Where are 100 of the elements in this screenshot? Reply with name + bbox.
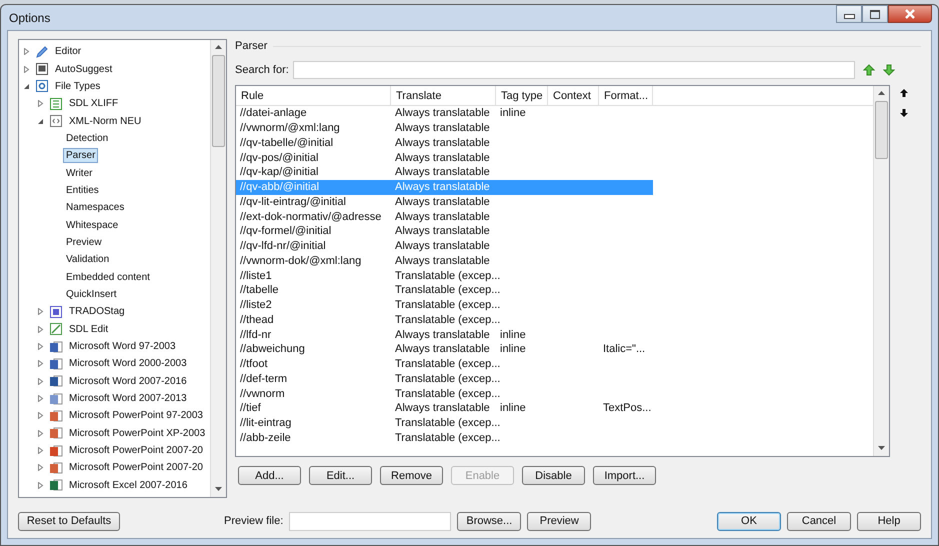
- tree-item[interactable]: Microsoft PowerPoint 2007-20: [66, 460, 206, 476]
- minimize-button[interactable]: [836, 5, 862, 23]
- action-button[interactable]: Edit...: [309, 466, 372, 485]
- expander-icon[interactable]: [37, 118, 44, 125]
- scroll-up-icon[interactable]: [878, 91, 885, 95]
- search-field[interactable]: [293, 61, 855, 79]
- tree-item[interactable]: Microsoft PowerPoint 97-2003: [66, 408, 206, 424]
- tree-item[interactable]: Validation: [63, 252, 112, 268]
- tree-item[interactable]: Microsoft Word 2000-2003: [66, 356, 190, 372]
- scroll-up-icon[interactable]: [215, 45, 222, 49]
- expander-icon[interactable]: [37, 464, 44, 472]
- table-row[interactable]: //lit-eintrag Translatable (excep...: [236, 416, 653, 430]
- tree-item[interactable]: Detection: [63, 130, 112, 146]
- tree-item[interactable]: Namespaces: [63, 200, 128, 216]
- scroll-thumb[interactable]: [212, 55, 225, 147]
- table-row[interactable]: //ext-dok-normativ/@adresse Always translatable: [236, 209, 653, 224]
- action-button[interactable]: Disable: [522, 466, 585, 485]
- expander-icon[interactable]: [37, 430, 44, 437]
- tree-item[interactable]: SDL Edit: [66, 322, 112, 337]
- table-row[interactable]: //def-term Translatable (excep...: [236, 372, 653, 386]
- expander-icon[interactable]: [37, 395, 44, 402]
- tree-item[interactable]: SDL XLIFF: [66, 96, 122, 112]
- expander-icon[interactable]: [37, 378, 44, 385]
- table-row[interactable]: //vwnorm Translatable (excep...: [236, 386, 653, 401]
- dialog-button[interactable]: Cancel: [787, 512, 851, 530]
- action-button[interactable]: Import...: [593, 466, 656, 485]
- tree-item[interactable]: Parser: [63, 148, 98, 164]
- expander-icon[interactable]: [37, 482, 44, 489]
- tree-item[interactable]: Microsoft Excel 2007-2016: [66, 478, 190, 493]
- dialog-button[interactable]: Help: [857, 512, 921, 530]
- tree-scrollbar[interactable]: [210, 40, 226, 497]
- tree-item[interactable]: TRADOStag: [66, 304, 128, 320]
- tree-item[interactable]: Whitespace: [63, 218, 122, 233]
- arrow-up-icon[interactable]: [863, 64, 875, 76]
- expander-icon[interactable]: [37, 100, 44, 108]
- expander-icon[interactable]: [23, 48, 30, 56]
- table-row[interactable]: //vwnorm-dok/@xml:lang Always translatable: [236, 254, 653, 268]
- expander-icon[interactable]: [37, 343, 44, 350]
- rule-cell-text: //qv-pos/@initial: [239, 152, 320, 164]
- expander-icon[interactable]: [23, 82, 30, 90]
- expander-icon[interactable]: [37, 360, 44, 368]
- tree-item[interactable]: Entities: [63, 182, 102, 198]
- table-row[interactable]: //datei-anlage Always translatable inline: [236, 106, 653, 121]
- action-button[interactable]: Remove: [380, 466, 443, 485]
- table-row[interactable]: //tfoot Translatable (excep...: [236, 356, 653, 372]
- action-button[interactable]: Add...: [238, 466, 301, 485]
- tree-item[interactable]: Microsoft Word 2007-2016: [66, 374, 190, 389]
- table-row[interactable]: //qv-tabelle/@initial Always translatable: [236, 136, 653, 150]
- tree-item[interactable]: Editor: [52, 44, 84, 60]
- expander-icon[interactable]: [37, 326, 44, 333]
- browse-button[interactable]: Browse...: [457, 512, 522, 530]
- tree-item[interactable]: Microsoft PowerPoint 2007-20: [66, 443, 206, 458]
- expander-icon[interactable]: [37, 412, 44, 420]
- maximize-button[interactable]: [862, 5, 888, 23]
- table-row[interactable]: //qv-pos/@initial Always translatable: [236, 150, 653, 165]
- table-row[interactable]: //liste2 Translatable (excep...: [236, 298, 653, 312]
- expander-icon[interactable]: [23, 66, 30, 73]
- tree-item[interactable]: Preview: [63, 234, 105, 250]
- table-row[interactable]: //qv-lfd-nr/@initial Always translatable: [236, 238, 653, 254]
- column-header[interactable]: Format...: [599, 86, 653, 105]
- tree-item[interactable]: Microsoft PowerPoint XP-2003: [66, 426, 208, 441]
- table-row[interactable]: //abweichung Always translatable inline Italic="...: [236, 342, 653, 357]
- table-row[interactable]: //tief Always translatable inline TextPos...: [236, 401, 653, 416]
- tree-item[interactable]: QuickInsert: [63, 286, 120, 302]
- tree-item[interactable]: Microsoft Word 2007-2013: [66, 391, 190, 406]
- tree-item[interactable]: File Types: [52, 78, 104, 94]
- preview-file-field[interactable]: [289, 512, 452, 530]
- table-row[interactable]: //thead Translatable (excep...: [236, 312, 653, 328]
- column-header[interactable]: Context: [548, 86, 599, 105]
- close-button[interactable]: [888, 5, 932, 23]
- column-header[interactable]: Tag type: [496, 86, 548, 105]
- column-header[interactable]: Translate: [391, 86, 496, 105]
- tree-item[interactable]: Microsoft Word 97-2003: [66, 339, 179, 354]
- expander-icon[interactable]: [37, 308, 44, 316]
- tree-item[interactable]: Embedded content: [63, 270, 153, 285]
- table-row[interactable]: //tabelle Translatable (excep...: [236, 283, 653, 298]
- table-row[interactable]: //qv-formel/@initial Always translatable: [236, 224, 653, 239]
- move-down-icon[interactable]: [899, 108, 909, 118]
- table-row[interactable]: //vwnorm/@xml:lang Always translatable: [236, 120, 653, 136]
- table-row[interactable]: //qv-kap/@initial Always translatable: [236, 165, 653, 180]
- table-row[interactable]: //qv-lit-eintrag/@initial Always translatable: [236, 194, 653, 210]
- arrow-down-icon[interactable]: [883, 64, 895, 76]
- dialog-button[interactable]: OK: [717, 512, 781, 530]
- table-row[interactable]: //abb-zeile Translatable (excep...: [236, 430, 653, 446]
- table-scrollbar[interactable]: [873, 86, 889, 456]
- scroll-down-icon[interactable]: [215, 487, 222, 491]
- scroll-down-icon[interactable]: [878, 446, 885, 450]
- move-up-icon[interactable]: [899, 88, 909, 98]
- tree-item[interactable]: XML-Norm NEU: [66, 114, 144, 129]
- table-row[interactable]: //lfd-nr Always translatable inline: [236, 327, 653, 342]
- table-row[interactable]: //liste1 Translatable (excep...: [236, 268, 653, 283]
- preview-button[interactable]: Preview: [527, 512, 592, 530]
- rule-cell-text: //tief: [239, 402, 262, 414]
- scroll-thumb[interactable]: [875, 101, 888, 159]
- tree-item[interactable]: Writer: [63, 166, 96, 181]
- reset-button[interactable]: Reset to Defaults: [18, 512, 120, 530]
- tree-item[interactable]: AutoSuggest: [52, 62, 116, 77]
- expander-icon[interactable]: [37, 447, 44, 454]
- column-header[interactable]: Rule: [236, 86, 391, 105]
- section-title: Parser: [235, 40, 268, 52]
